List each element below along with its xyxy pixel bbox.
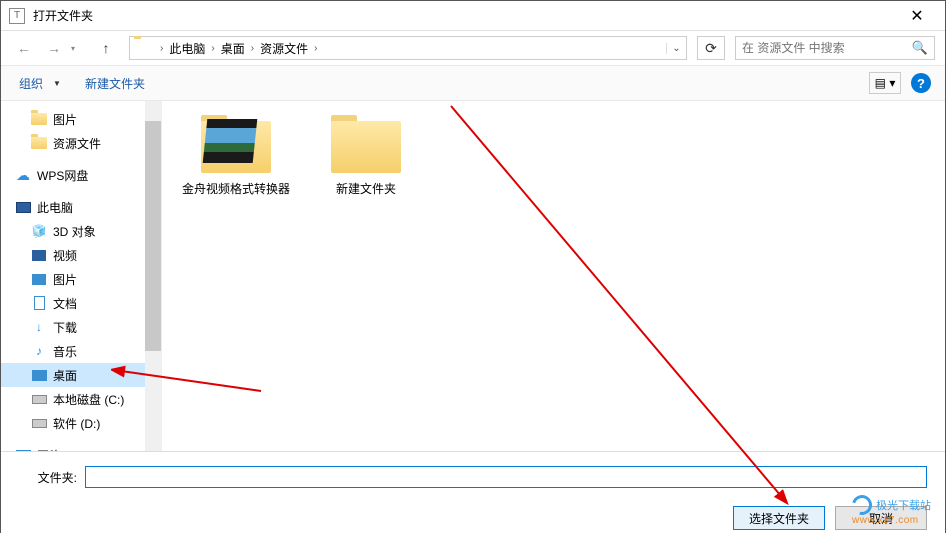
sidebar-item[interactable]: 此电脑 bbox=[1, 195, 161, 219]
help-button[interactable]: ? bbox=[911, 73, 931, 93]
sidebar-item-label: 视频 bbox=[53, 247, 77, 264]
picture-icon bbox=[31, 271, 47, 287]
folder-label: 金舟视频格式转换器 bbox=[182, 181, 290, 198]
folder-icon bbox=[197, 115, 275, 177]
sidebar-item-label: 图片 bbox=[53, 111, 77, 128]
main-area: 图片资源文件☁WPS网盘此电脑🧊3D 对象视频图片文档↓下载♪音乐桌面本地磁盘 … bbox=[1, 101, 945, 451]
sidebar-item-label: 此电脑 bbox=[37, 199, 73, 216]
dialog-bottom: 文件夹: 选择文件夹 取消 bbox=[1, 451, 945, 544]
sidebar-item-label: 本地磁盘 (C:) bbox=[53, 391, 124, 408]
sidebar-item[interactable]: 软件 (D:) bbox=[1, 411, 161, 435]
divider bbox=[161, 101, 162, 451]
select-folder-button[interactable]: 选择文件夹 bbox=[733, 506, 825, 530]
view-options-button[interactable]: ▤ ▾ bbox=[869, 72, 901, 94]
sidebar-item-label: 音乐 bbox=[53, 343, 77, 360]
breadcrumb-part[interactable]: 资源文件 bbox=[258, 40, 310, 57]
search-box[interactable]: 🔍 bbox=[735, 36, 935, 60]
chevron-right-icon: › bbox=[247, 43, 258, 54]
folder-item[interactable]: 金舟视频格式转换器 bbox=[181, 115, 291, 198]
cloud-icon: ☁ bbox=[15, 167, 31, 183]
sidebar-item[interactable]: 图片 bbox=[1, 267, 161, 291]
chevron-down-icon[interactable]: ▼ bbox=[53, 79, 61, 88]
folder-field-label: 文件夹: bbox=[19, 469, 77, 486]
close-button[interactable]: ✕ bbox=[897, 6, 937, 26]
sidebar-item[interactable]: 本地磁盘 (C:) bbox=[1, 387, 161, 411]
sidebar-item-label: 下载 bbox=[53, 319, 77, 336]
sidebar-item[interactable]: 视频 bbox=[1, 243, 161, 267]
music-icon: ♪ bbox=[31, 343, 47, 359]
pc-icon bbox=[15, 199, 31, 215]
breadcrumb-part[interactable]: 桌面 bbox=[219, 40, 247, 57]
sidebar-item-label: 资源文件 bbox=[53, 135, 101, 152]
drive-icon bbox=[31, 391, 47, 407]
sidebar-item[interactable]: 资源文件 bbox=[1, 131, 161, 155]
content-pane[interactable]: 金舟视频格式转换器 新建文件夹 bbox=[161, 101, 945, 451]
organize-menu[interactable]: 组织 bbox=[15, 73, 47, 94]
scrollbar-track[interactable] bbox=[145, 101, 161, 451]
sidebar-item-label: 网络 bbox=[37, 447, 61, 452]
folder-icon bbox=[31, 111, 47, 127]
toolbar: 组织 ▼ 新建文件夹 ▤ ▾ ? bbox=[1, 65, 945, 101]
address-dropdown[interactable]: ⌄ bbox=[666, 43, 686, 54]
doc-icon bbox=[31, 295, 47, 311]
up-button[interactable]: ↑ bbox=[93, 36, 119, 60]
sidebar-item[interactable]: 🧊 3D 对象 bbox=[1, 219, 161, 243]
sidebar-item-label: 文档 bbox=[53, 295, 77, 312]
app-icon: T bbox=[9, 8, 25, 24]
sidebar-item-label: 桌面 bbox=[53, 367, 77, 384]
folder-item[interactable]: 新建文件夹 bbox=[311, 115, 421, 198]
titlebar: T 打开文件夹 ✕ bbox=[1, 1, 945, 31]
cube-icon: 🧊 bbox=[31, 223, 47, 239]
folder-icon bbox=[31, 135, 47, 151]
sidebar-item-label: WPS网盘 bbox=[37, 167, 88, 184]
folder-icon bbox=[327, 115, 405, 177]
folder-icon bbox=[134, 39, 152, 57]
sidebar-item-label: 图片 bbox=[53, 271, 77, 288]
new-folder-button[interactable]: 新建文件夹 bbox=[81, 73, 149, 94]
video-icon bbox=[31, 247, 47, 263]
forward-button[interactable]: → bbox=[41, 36, 67, 60]
drive-icon bbox=[31, 415, 47, 431]
refresh-button[interactable]: ⟳ bbox=[697, 36, 725, 60]
network-icon bbox=[15, 447, 31, 451]
sidebar-item[interactable]: 桌面 bbox=[1, 363, 161, 387]
chevron-right-icon: › bbox=[156, 43, 167, 54]
history-dropdown[interactable]: ▾ bbox=[71, 44, 83, 53]
chevron-right-icon: › bbox=[310, 43, 321, 54]
scrollbar-thumb[interactable] bbox=[145, 121, 161, 351]
sidebar-item-label: 软件 (D:) bbox=[53, 415, 100, 432]
address-bar[interactable]: › 此电脑 › 桌面 › 资源文件 › ⌄ bbox=[129, 36, 687, 60]
folder-input[interactable] bbox=[85, 466, 927, 488]
breadcrumb-part[interactable]: 此电脑 bbox=[167, 40, 207, 57]
watermark: 极光下载站 www.xz7.com bbox=[852, 495, 931, 526]
watermark-name: 极光下载站 bbox=[876, 497, 931, 513]
sidebar-item[interactable]: ☁ WPS网盘 bbox=[1, 163, 161, 187]
desktop-icon bbox=[31, 367, 47, 383]
folder-label: 新建文件夹 bbox=[336, 181, 396, 198]
search-icon[interactable]: 🔍 bbox=[912, 40, 928, 56]
back-button[interactable]: ← bbox=[11, 36, 37, 60]
window-title: 打开文件夹 bbox=[33, 7, 897, 24]
download-icon: ↓ bbox=[31, 319, 47, 335]
watermark-url: www.xz7.com bbox=[852, 515, 931, 526]
sidebar-item-label: 3D 对象 bbox=[53, 223, 96, 240]
sidebar-item[interactable]: ↓ 下载 bbox=[1, 315, 161, 339]
navbar: ← → ▾ ↑ › 此电脑 › 桌面 › 资源文件 › ⌄ ⟳ 🔍 bbox=[1, 31, 945, 65]
sidebar-item[interactable]: ♪ 音乐 bbox=[1, 339, 161, 363]
chevron-right-icon: › bbox=[207, 43, 218, 54]
sidebar-item[interactable]: 图片 bbox=[1, 107, 161, 131]
sidebar-item[interactable]: 文档 bbox=[1, 291, 161, 315]
search-input[interactable] bbox=[742, 41, 912, 55]
sidebar-item[interactable]: 网络 bbox=[1, 443, 161, 451]
sidebar: 图片资源文件☁WPS网盘此电脑🧊3D 对象视频图片文档↓下载♪音乐桌面本地磁盘 … bbox=[1, 101, 161, 451]
